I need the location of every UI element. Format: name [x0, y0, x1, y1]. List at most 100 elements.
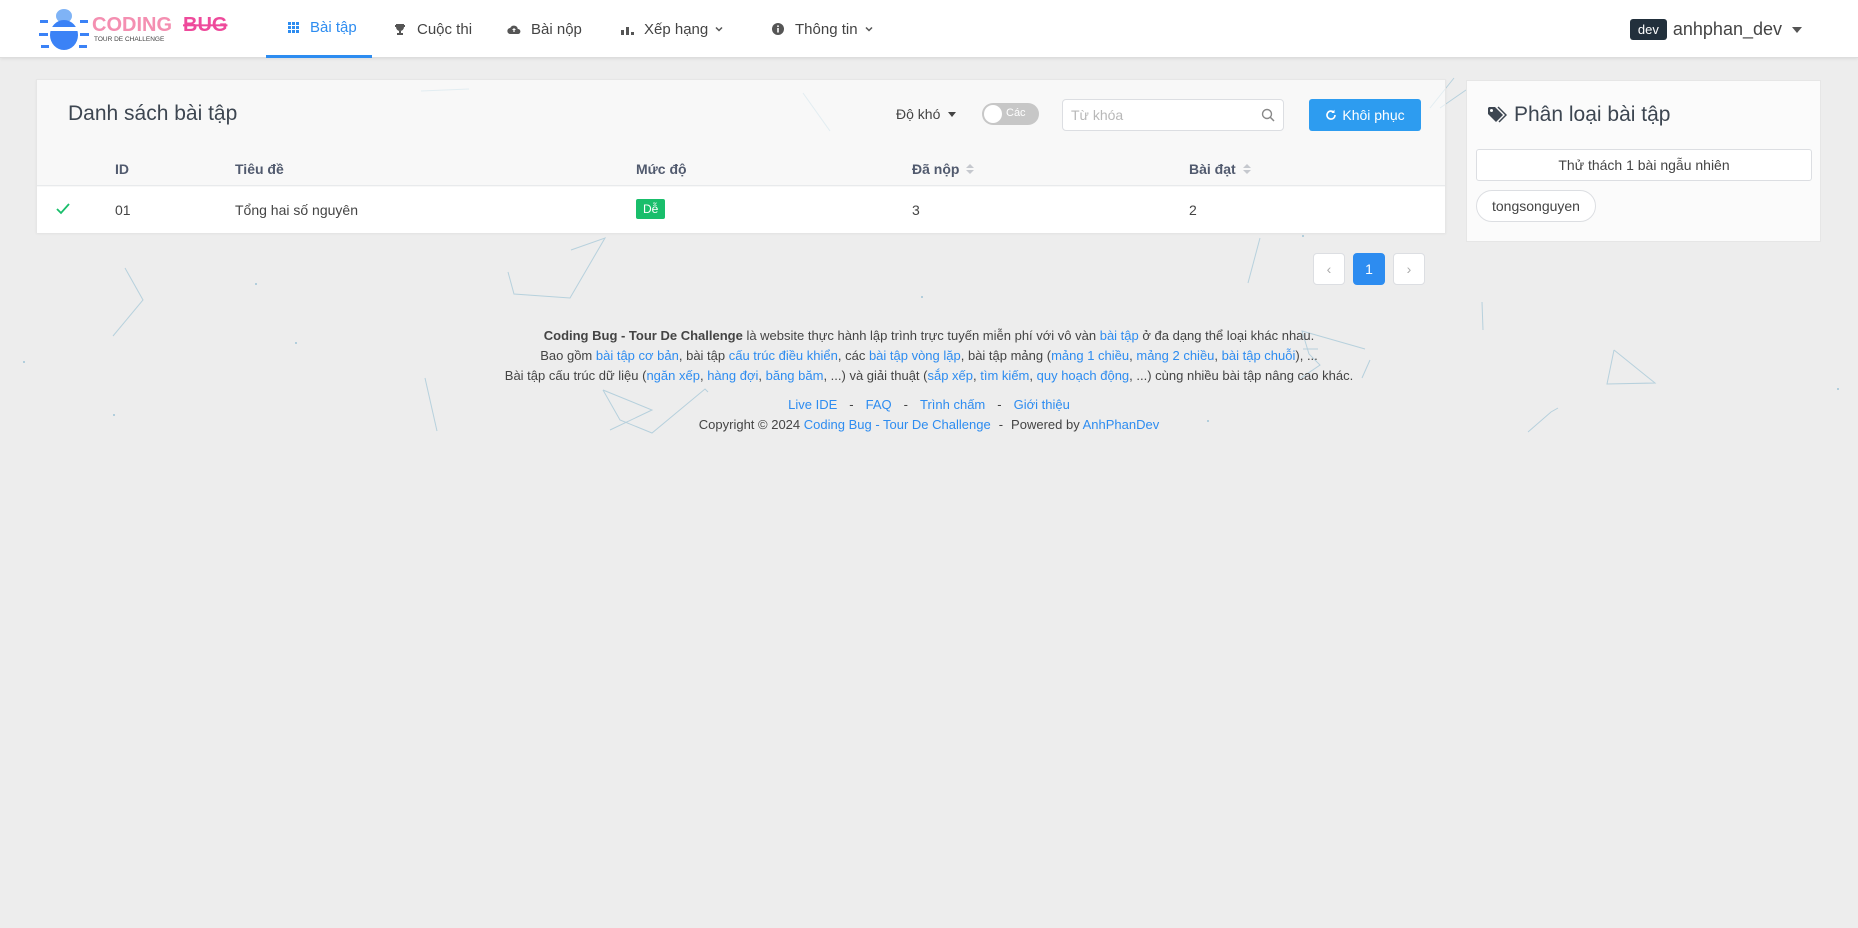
footer-text: , bài tập mảng (	[960, 348, 1052, 363]
restore-button[interactable]: Khôi phục	[1309, 99, 1421, 131]
footer-link-about[interactable]: Giới thiệu	[1014, 397, 1070, 412]
col-header-accepted-label: Bài đạt	[1189, 161, 1236, 177]
caret-down-icon	[1792, 26, 1802, 33]
separator: -	[998, 417, 1004, 432]
chevron-down-icon	[715, 26, 723, 32]
nav-label-exercises: Bài tập	[310, 19, 357, 36]
col-header-submitted[interactable]: Đã nộp	[912, 161, 975, 177]
pagination-page-1[interactable]: 1	[1353, 253, 1385, 285]
footer-link-judge[interactable]: Trình chấm	[920, 397, 985, 412]
sort-icon[interactable]	[966, 164, 975, 174]
tags-icon	[1488, 106, 1507, 123]
footer-link[interactable]: quy hoạch động	[1037, 368, 1130, 383]
footer-line-2: Bao gồm bài tập cơ bản, bài tập cấu trúc…	[0, 346, 1858, 366]
separator: -	[903, 397, 908, 412]
random-challenge-button[interactable]: Thử thách 1 bài ngẫu nhiên	[1476, 149, 1812, 181]
footer-link[interactable]: băng băm	[766, 368, 824, 383]
user-menu[interactable]: dev anhphan_dev	[1629, 19, 1802, 40]
footer-text: , các	[837, 348, 869, 363]
chevron-down-icon	[865, 26, 873, 32]
footer-text: là website thực hành lập trình trực tuyế…	[742, 328, 1100, 343]
nav-label-contests: Cuộc thi	[417, 20, 473, 38]
cloud-upload-icon	[507, 22, 521, 36]
footer-text: ), ...	[1295, 348, 1318, 363]
keyword-search	[1062, 99, 1284, 131]
pagination-prev-button[interactable]: ‹	[1313, 253, 1345, 285]
tag-chip[interactable]: tongsonguyen	[1476, 190, 1596, 222]
footer-link[interactable]: bài tập chuỗi	[1222, 348, 1296, 363]
nav-label-rankings: Xếp hạng	[644, 20, 709, 38]
footer-text: ở đa dạng thể loại khác nhau.	[1138, 328, 1315, 343]
nav-item-submissions[interactable]: Bài nộp	[507, 0, 582, 58]
separator: -	[849, 397, 854, 412]
footer-copyright: Copyright © 2024 Coding Bug - Tour De Ch…	[0, 415, 1858, 435]
cell-id: 01	[115, 202, 131, 218]
footer-link-faq[interactable]: FAQ	[866, 397, 892, 412]
grid-icon	[286, 21, 300, 35]
difficulty-dropdown[interactable]: Độ khó	[896, 106, 957, 122]
nav-item-rankings[interactable]: Xếp hạng	[620, 0, 724, 58]
footer-link[interactable]: tìm kiếm	[980, 368, 1029, 383]
table-header: ID Tiêu đề Mức độ Đã nộp Bài đạt	[37, 150, 1445, 186]
pagination-next-button[interactable]: ›	[1393, 253, 1425, 285]
powered-link[interactable]: AnhPhanDev	[1083, 417, 1160, 432]
problem-list-card: Danh sách bài tập Độ khó Các Khôi phục I…	[36, 79, 1446, 233]
cell-accepted: 2	[1189, 202, 1197, 218]
search-icon[interactable]	[1261, 108, 1275, 122]
sidebar-title: Phân loại bài tập	[1487, 103, 1670, 127]
footer-text: , bài tập	[678, 348, 729, 363]
col-header-accepted[interactable]: Bài đạt	[1189, 161, 1251, 177]
solved-check-icon	[56, 203, 70, 215]
username: anhphan_dev	[1672, 19, 1782, 39]
bar-chart-icon	[620, 22, 634, 36]
nav-label-submissions: Bài nộp	[531, 20, 582, 38]
nav-item-contests[interactable]: Cuộc thi	[393, 0, 472, 58]
brand-name-part2: BUG	[183, 14, 227, 36]
footer-link[interactable]: bài tập vòng lặp	[869, 348, 961, 363]
footer-link-live-ide[interactable]: Live IDE	[788, 397, 837, 412]
col-header-id: ID	[115, 161, 129, 177]
restore-label: Khôi phục	[1342, 107, 1405, 123]
footer-link[interactable]: bài tập cơ bản	[596, 348, 679, 363]
cell-title[interactable]: Tổng hai số nguyên	[235, 202, 358, 218]
problem-list-title: Danh sách bài tập	[68, 102, 238, 125]
footer-line-1: Coding Bug - Tour De Challenge là websit…	[0, 326, 1858, 346]
toggle-label: Các	[1006, 107, 1026, 119]
footer-link[interactable]: bài tập	[1100, 328, 1139, 343]
top-navbar: CODING BUG TOUR DE CHALLENGE Bài tập Cuộ…	[0, 0, 1858, 58]
trophy-icon	[393, 22, 407, 36]
footer-link[interactable]: hàng đợi	[707, 368, 758, 383]
tags-toggle-switch[interactable]: Các	[982, 103, 1039, 125]
nav-item-exercises[interactable]: Bài tập	[266, 0, 372, 58]
search-input[interactable]	[1063, 100, 1253, 130]
footer-link[interactable]: cấu trúc điều khiển	[729, 348, 838, 363]
footer-text: Bao gồm	[540, 348, 596, 363]
footer-text: ,	[1214, 348, 1222, 363]
brand-name-part1: CODING	[92, 14, 172, 36]
footer-link[interactable]: mảng 1 chiều	[1051, 348, 1129, 363]
footer-link[interactable]: sắp xếp	[927, 368, 973, 383]
col-header-title: Tiêu đề	[235, 161, 284, 177]
sort-icon[interactable]	[1242, 164, 1251, 174]
nav-item-info[interactable]: Thông tin	[771, 0, 874, 58]
footer-text: ,	[758, 368, 766, 383]
col-header-submitted-label: Đã nộp	[912, 161, 960, 177]
site-logo[interactable]: CODING BUG TOUR DE CHALLENGE	[38, 4, 228, 54]
refresh-icon	[1326, 109, 1337, 120]
separator: -	[997, 397, 1002, 412]
nav-label-info: Thông tin	[795, 20, 858, 38]
footer-link[interactable]: mảng 2 chiều	[1136, 348, 1214, 363]
toggle-knob	[984, 105, 1002, 123]
copyright-text: Copyright © 2024	[698, 417, 804, 432]
footer-site-name: Coding Bug - Tour De Challenge	[543, 328, 743, 343]
footer-links: Live IDE - FAQ - Trình chấm - Giới thiệu	[0, 395, 1858, 415]
footer-text: , ...) cùng nhiều bài tập nâng cao khác.	[1129, 368, 1354, 383]
footer-link[interactable]: ngăn xếp	[646, 368, 700, 383]
footer-line-3: Bài tập cấu trúc dữ liệu (ngăn xếp, hàng…	[0, 366, 1858, 386]
col-header-level: Mức độ	[636, 161, 687, 177]
copyright-link[interactable]: Coding Bug - Tour De Challenge	[804, 417, 991, 432]
powered-text: Powered by	[1011, 417, 1083, 432]
brand-tagline: TOUR DE CHALLENGE	[94, 36, 165, 43]
footer-text: ,	[1029, 368, 1037, 383]
table-row[interactable]: 01 Tổng hai số nguyên Dễ 3 2	[37, 187, 1445, 233]
